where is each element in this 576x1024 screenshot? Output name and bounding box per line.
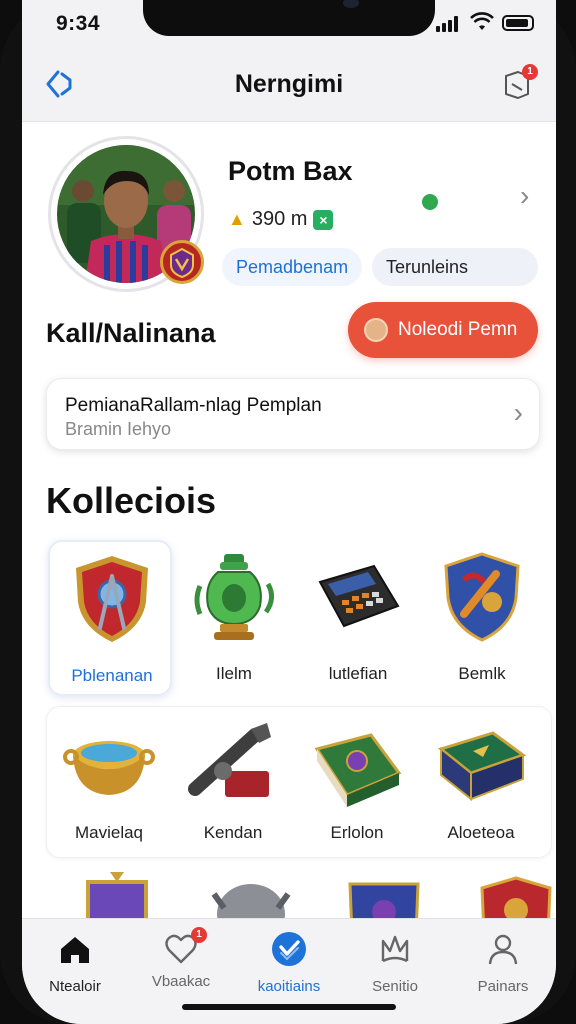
home-icon bbox=[61, 937, 89, 963]
coin-icon bbox=[364, 318, 388, 342]
shield-compass-icon bbox=[76, 556, 148, 642]
collection-item[interactable]: Aloeteoa bbox=[419, 707, 543, 857]
camera-notch bbox=[143, 0, 435, 36]
home-indicator bbox=[182, 1004, 396, 1010]
collection-item[interactable]: Bemlk bbox=[420, 540, 544, 696]
collection-row: Mavielaq Kendan Erlolon Aloeteoa bbox=[46, 706, 552, 858]
collection-item[interactable]: Pblenanan bbox=[48, 540, 172, 696]
treasure-chest-icon bbox=[437, 731, 527, 802]
collection-item[interactable]: Ilelm bbox=[172, 540, 296, 696]
item-label: lutlefian bbox=[328, 664, 388, 683]
collection-row: Pblenanan Ilelm lutlefian Bemlk bbox=[46, 540, 552, 696]
collection-item[interactable]: lutlefian bbox=[296, 540, 420, 696]
golden-bowl-icon bbox=[63, 741, 155, 795]
emblem-shield-icon bbox=[444, 552, 520, 642]
info-card[interactable]: PemianaRallam-nlag Pemplan Bramin Iehyo … bbox=[46, 378, 540, 450]
person-icon bbox=[488, 934, 518, 965]
tag-primary[interactable]: Pemadbenam bbox=[222, 248, 362, 286]
item-label: Ilelm bbox=[216, 664, 252, 683]
status-time: 9:34 bbox=[56, 12, 101, 35]
tab-label: Vbaakac bbox=[151, 973, 211, 990]
collection-item[interactable]: Mavielaq bbox=[47, 707, 171, 857]
section-title: Kall/Nalinana bbox=[46, 318, 216, 348]
chevron-right-icon[interactable]: › bbox=[520, 180, 529, 212]
tab-badge: 1 bbox=[191, 927, 207, 943]
warning-icon: ▲ bbox=[228, 209, 246, 229]
collection-item[interactable]: Erlolon bbox=[295, 707, 419, 857]
notification-button[interactable]: 1 bbox=[500, 64, 538, 102]
notification-badge: 1 bbox=[522, 64, 538, 80]
chevron-right-icon: › bbox=[513, 397, 523, 428]
tab-label: Ntealoir bbox=[49, 978, 101, 995]
calculator-icon bbox=[318, 564, 400, 628]
online-status-icon bbox=[422, 194, 438, 210]
info-card-subtitle: Bramin Iehyo bbox=[65, 419, 172, 439]
cta-button[interactable]: Noleodi Pemn bbox=[348, 302, 538, 358]
stat-value: 390 m bbox=[251, 208, 308, 230]
tab-active[interactable]: kaoitiains bbox=[236, 931, 342, 995]
cannon-icon bbox=[188, 723, 271, 797]
wifi-icon bbox=[470, 12, 494, 30]
cta-label: Noleodi Pemn bbox=[398, 319, 518, 340]
top-nav-bar: Nerngimi 1 bbox=[22, 46, 556, 122]
info-card-title: PemianaRallam-nlag Pemplan bbox=[65, 395, 322, 416]
phone-frame: 9:34 Nerngimi 1 Potm Bax ▲ 390 m × › Pem… bbox=[0, 0, 576, 1024]
battery-icon bbox=[502, 15, 534, 31]
tab-profile[interactable]: Painars bbox=[450, 931, 556, 995]
tag-secondary[interactable]: Terunleins bbox=[372, 248, 538, 286]
screen: 9:34 Nerngimi 1 Potm Bax ▲ 390 m × › Pem… bbox=[22, 0, 556, 1024]
tab-label: Senitio bbox=[372, 978, 418, 995]
spellbook-icon bbox=[314, 733, 402, 807]
tab-label: kaoitiains bbox=[257, 978, 321, 995]
page-title: Nerngimi bbox=[234, 70, 344, 98]
club-badge-icon bbox=[160, 240, 204, 284]
item-label: Pblenanan bbox=[71, 666, 153, 685]
item-label: Aloeteoa bbox=[447, 823, 515, 842]
collection-title: Kolleciois bbox=[46, 480, 217, 521]
check-circle-icon bbox=[272, 932, 306, 966]
item-label: Erlolon bbox=[330, 823, 384, 842]
item-label: Kendan bbox=[203, 823, 263, 842]
x-box-icon: × bbox=[313, 209, 334, 230]
profile-stat: ▲ 390 m × bbox=[228, 208, 334, 231]
tab-home[interactable]: Ntealoir bbox=[22, 931, 128, 995]
tab-ranking[interactable]: Senitio bbox=[342, 931, 448, 995]
tab-favorites[interactable]: 1 Vbaakac bbox=[128, 927, 234, 990]
item-label: Mavielaq bbox=[74, 823, 144, 842]
tab-label: Painars bbox=[477, 978, 529, 995]
cellular-signal-icon bbox=[436, 16, 458, 32]
item-label: Bemlk bbox=[458, 664, 506, 683]
crown-icon bbox=[381, 935, 409, 963]
collection-item[interactable]: Kendan bbox=[171, 707, 295, 857]
potion-urn-icon bbox=[194, 554, 274, 640]
profile-name: Potm Bax bbox=[228, 156, 353, 186]
